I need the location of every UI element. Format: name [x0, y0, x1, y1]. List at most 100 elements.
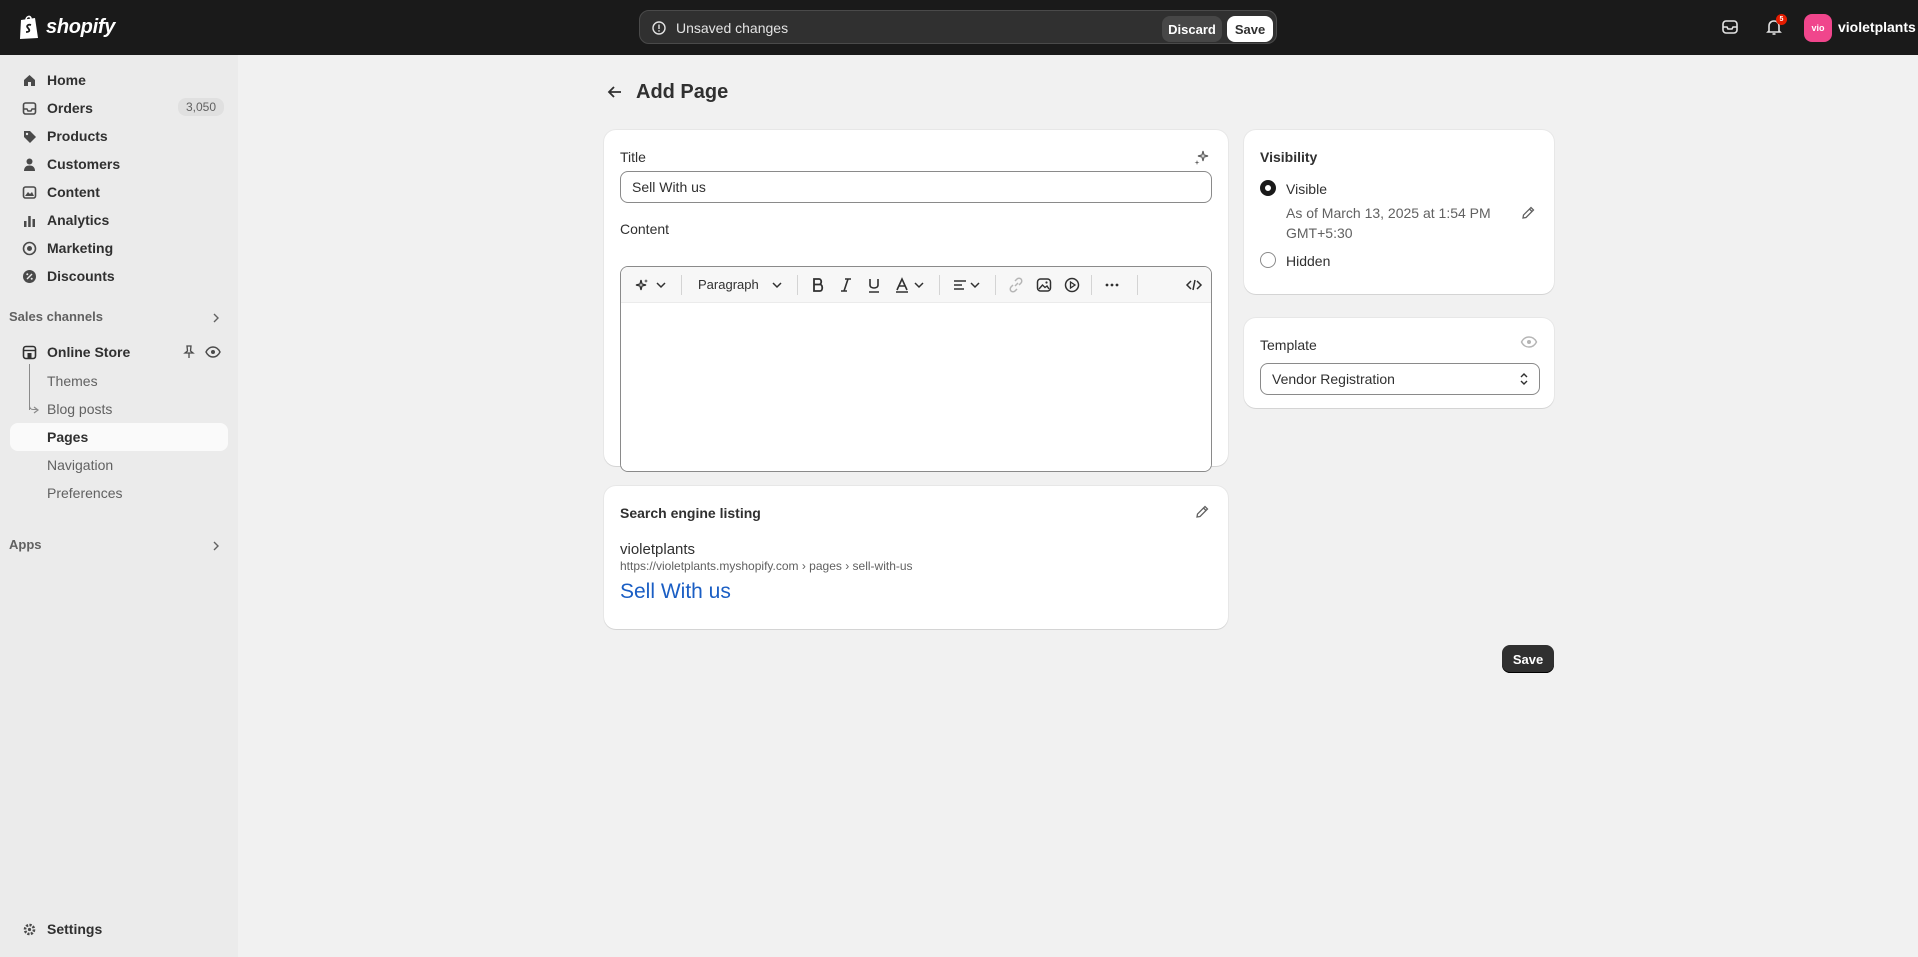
sidebar-item-label: Analytics — [47, 212, 110, 228]
sidebar-item-label: Discounts — [47, 268, 115, 284]
save-button-top[interactable]: Save — [1227, 16, 1273, 42]
hidden-radio-label[interactable]: Hidden — [1286, 253, 1330, 269]
title-input[interactable] — [620, 171, 1212, 203]
sidebar-item-label: Orders — [47, 100, 93, 116]
sidebar-item-analytics[interactable]: Analytics — [10, 206, 228, 234]
store-avatar[interactable]: vio — [1804, 14, 1832, 42]
sidebar-subitem-themes[interactable]: Themes — [10, 367, 228, 395]
sales-channels-header[interactable]: Sales channels — [9, 309, 103, 324]
toolbar-divider — [1091, 275, 1092, 295]
insert-image-icon[interactable] — [1035, 276, 1053, 294]
shopify-wordmark: shopify — [46, 15, 116, 38]
visible-radio[interactable] — [1260, 180, 1276, 196]
ai-magic-icon[interactable] — [633, 276, 651, 294]
save-button[interactable]: Save — [1502, 645, 1554, 673]
bold-icon[interactable] — [809, 276, 827, 294]
link-icon[interactable] — [1007, 276, 1025, 294]
sidebar-subitem-label: Preferences — [47, 485, 123, 501]
pencil-icon[interactable] — [1520, 205, 1536, 221]
back-arrow-icon[interactable] — [606, 83, 624, 101]
sidebar-item-label: Content — [47, 184, 100, 200]
sidebar-subitem-label: Blog posts — [47, 401, 113, 417]
pencil-icon[interactable] — [1194, 504, 1210, 520]
toolbar-divider — [995, 275, 996, 295]
storefront-icon — [22, 345, 37, 360]
template-card: Template Vendor Registration — [1244, 318, 1554, 408]
seo-heading: Search engine listing — [620, 505, 761, 521]
shopify-bag-icon — [20, 15, 38, 39]
visibility-heading: Visibility — [1260, 149, 1318, 165]
gear-icon — [23, 923, 36, 936]
sidebar-item-discounts[interactable]: Discounts — [10, 262, 228, 290]
rich-text-editor: Paragraph — [620, 266, 1212, 472]
sidebar: Home Orders 3,050 Products Customers Con… — [0, 55, 238, 957]
store-name[interactable]: violetplants — [1838, 19, 1916, 35]
sidebar-item-products[interactable]: Products — [10, 122, 228, 150]
sidebar-item-home[interactable]: Home — [10, 66, 228, 94]
eye-icon[interactable] — [1520, 334, 1538, 350]
chevron-down-icon[interactable] — [771, 276, 783, 294]
text-color-icon[interactable] — [893, 276, 911, 294]
editor-toolbar: Paragraph — [621, 267, 1211, 303]
underline-icon[interactable] — [865, 276, 883, 294]
sidebar-item-label: Settings — [47, 921, 103, 937]
sidebar-item-label: Home — [47, 72, 86, 88]
editor-content-area[interactable] — [621, 303, 1211, 471]
chevron-right-icon[interactable] — [210, 540, 222, 552]
more-horizontal-icon[interactable] — [1103, 276, 1121, 294]
toolbar-divider — [1137, 275, 1138, 295]
unsaved-message: Unsaved changes — [676, 20, 789, 36]
person-icon — [24, 158, 35, 171]
sidebar-item-orders[interactable]: Orders 3,050 — [10, 94, 228, 122]
paragraph-format-select[interactable]: Paragraph — [698, 277, 759, 292]
discard-button[interactable]: Discard — [1162, 16, 1222, 42]
discount-icon — [23, 270, 36, 283]
template-select[interactable]: Vendor Registration — [1260, 363, 1540, 395]
template-heading: Template — [1260, 337, 1317, 353]
tag-icon — [24, 131, 36, 143]
sidebar-subitem-label: Pages — [47, 429, 89, 445]
sidebar-item-marketing[interactable]: Marketing — [10, 234, 228, 262]
sidebar-item-settings[interactable]: Settings — [10, 915, 228, 943]
toolbar-divider — [797, 275, 798, 295]
sidebar-subitem-label: Themes — [47, 373, 98, 389]
page-details-card: Title Content Paragraph — [604, 130, 1228, 472]
visible-date: As of March 13, 2025 at 1:54 PM — [1286, 205, 1491, 221]
page-title: Add Page — [636, 81, 729, 103]
chevron-down-icon[interactable] — [969, 276, 981, 294]
bar-chart-icon — [24, 216, 35, 227]
chevron-down-icon[interactable] — [913, 276, 925, 294]
chevron-down-icon[interactable] — [655, 276, 667, 294]
chevron-right-icon[interactable] — [210, 312, 222, 324]
target-icon — [22, 241, 37, 256]
visibility-card: Visibility Visible As of March 13, 2025 … — [1244, 130, 1554, 294]
sidebar-item-label: Marketing — [47, 240, 114, 256]
sidebar-subitem-preferences[interactable]: Preferences — [10, 479, 228, 507]
inbox-tray-icon[interactable] — [1720, 17, 1740, 37]
italic-icon[interactable] — [837, 276, 855, 294]
notification-badge: 5 — [1776, 14, 1787, 25]
apps-header[interactable]: Apps — [9, 537, 42, 552]
sidebar-subitem-navigation[interactable]: Navigation — [10, 451, 228, 479]
sidebar-subitem-pages[interactable]: Pages — [10, 423, 228, 451]
unsaved-changes-bar: Unsaved changes Discard Save — [639, 10, 1277, 44]
align-left-icon[interactable] — [951, 276, 969, 294]
shopify-logo[interactable]: shopify — [18, 14, 115, 40]
ai-sparkle-icon[interactable] — [1194, 149, 1210, 165]
title-field-label: Title — [620, 149, 646, 165]
visible-radio-label[interactable]: Visible — [1286, 181, 1327, 197]
insert-video-icon[interactable] — [1063, 276, 1081, 294]
pin-icon[interactable] — [182, 345, 196, 359]
select-chevron-icon — [1520, 373, 1528, 385]
inbox-icon — [22, 102, 37, 115]
eye-icon[interactable] — [205, 345, 221, 359]
top-bar: shopify Unsaved changes Discard Save 5 v… — [0, 0, 1918, 55]
visible-timezone: GMT+5:30 — [1286, 225, 1353, 241]
hidden-radio[interactable] — [1260, 252, 1276, 268]
seo-page-title: Sell With us — [620, 580, 731, 603]
code-icon[interactable] — [1185, 276, 1203, 294]
seo-url: https://violetplants.myshopify.com › pag… — [620, 559, 913, 573]
sidebar-subitem-blog-posts[interactable]: Blog posts — [10, 395, 228, 423]
sidebar-item-customers[interactable]: Customers — [10, 150, 228, 178]
sidebar-item-content[interactable]: Content — [10, 178, 228, 206]
